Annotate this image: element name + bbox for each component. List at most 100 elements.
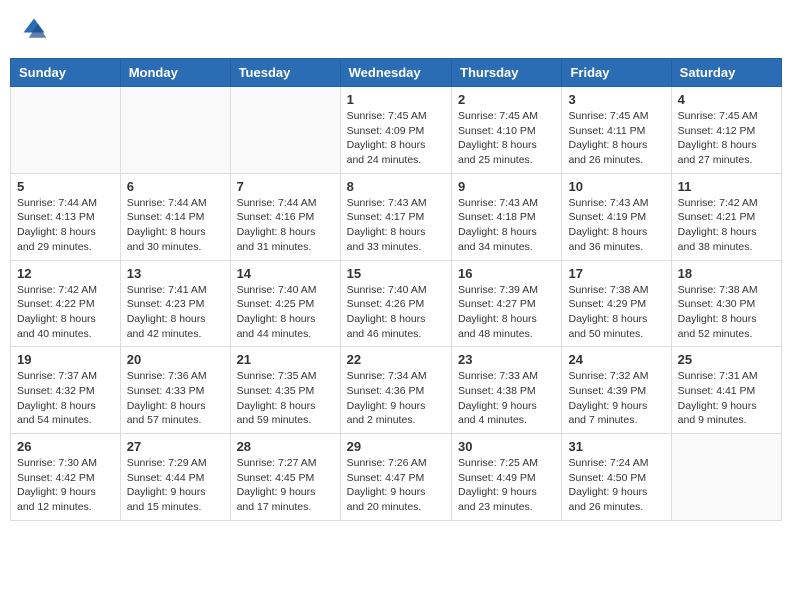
day-number: 22	[347, 352, 445, 367]
day-info: Sunrise: 7:42 AM Sunset: 4:22 PM Dayligh…	[17, 283, 114, 342]
day-number: 19	[17, 352, 114, 367]
calendar-cell: 24 Sunrise: 7:32 AM Sunset: 4:39 PM Dayli…	[562, 347, 671, 434]
day-info: Sunrise: 7:45 AM Sunset: 4:11 PM Dayligh…	[568, 109, 664, 168]
day-number: 12	[17, 266, 114, 281]
day-number: 16	[458, 266, 555, 281]
week-row-2: 5Sunrise: 7:44 AM Sunset: 4:13 PM Daylig…	[11, 173, 782, 260]
day-info: Sunrise: 7:45 AM Sunset: 4:10 PM Dayligh…	[458, 109, 555, 168]
day-number: 7	[237, 179, 334, 194]
page-header	[10, 10, 782, 48]
day-info: Sunrise: 7:33 AM Sunset: 4:38 PM Dayligh…	[458, 369, 555, 428]
day-number: 29	[347, 439, 445, 454]
logo-icon	[20, 15, 48, 43]
day-number: 13	[127, 266, 224, 281]
calendar-cell: 31 Sunrise: 7:24 AM Sunset: 4:50 PM Dayli…	[562, 434, 671, 521]
calendar-cell: 9 Sunrise: 7:43 AM Sunset: 4:18 PM Daylig…	[452, 173, 562, 260]
day-info: Sunrise: 7:29 AM Sunset: 4:44 PM Dayligh…	[127, 456, 224, 515]
day-info: Sunrise: 7:45 AM Sunset: 4:09 PM Dayligh…	[347, 109, 445, 168]
day-info: Sunrise: 7:36 AM Sunset: 4:33 PM Dayligh…	[127, 369, 224, 428]
day-info: Sunrise: 7:44 AM Sunset: 4:16 PM Dayligh…	[237, 196, 334, 255]
day-number: 28	[237, 439, 334, 454]
day-number: 21	[237, 352, 334, 367]
day-number: 15	[347, 266, 445, 281]
calendar-cell: 25Sunrise: 7:31 AM Sunset: 4:41 PM Dayli…	[671, 347, 781, 434]
calendar-cell: 26 Sunrise: 7:30 AM Sunset: 4:42 PM Dayli…	[11, 434, 121, 521]
day-number: 11	[678, 179, 775, 194]
day-header-monday: Monday	[120, 59, 230, 87]
calendar-cell: 19 Sunrise: 7:37 AM Sunset: 4:32 PM Dayli…	[11, 347, 121, 434]
week-row-1: 1 Sunrise: 7:45 AM Sunset: 4:09 PM Daylig…	[11, 87, 782, 174]
day-number: 8	[347, 179, 445, 194]
day-info: Sunrise: 7:43 AM Sunset: 4:19 PM Dayligh…	[568, 196, 664, 255]
calendar-cell	[671, 434, 781, 521]
day-number: 9	[458, 179, 555, 194]
day-number: 5	[17, 179, 114, 194]
calendar-cell: 2Sunrise: 7:45 AM Sunset: 4:10 PM Daylig…	[452, 87, 562, 174]
day-number: 24	[568, 352, 664, 367]
day-info: Sunrise: 7:41 AM Sunset: 4:23 PM Dayligh…	[127, 283, 224, 342]
day-info: Sunrise: 7:24 AM Sunset: 4:50 PM Dayligh…	[568, 456, 664, 515]
day-info: Sunrise: 7:34 AM Sunset: 4:36 PM Dayligh…	[347, 369, 445, 428]
week-row-4: 19 Sunrise: 7:37 AM Sunset: 4:32 PM Dayli…	[11, 347, 782, 434]
calendar-cell: 30Sunrise: 7:25 AM Sunset: 4:49 PM Dayli…	[452, 434, 562, 521]
day-number: 6	[127, 179, 224, 194]
calendar-cell	[120, 87, 230, 174]
day-header-wednesday: Wednesday	[340, 59, 451, 87]
week-row-5: 26 Sunrise: 7:30 AM Sunset: 4:42 PM Dayli…	[11, 434, 782, 521]
day-number: 26	[17, 439, 114, 454]
day-number: 10	[568, 179, 664, 194]
day-info: Sunrise: 7:35 AM Sunset: 4:35 PM Dayligh…	[237, 369, 334, 428]
day-info: Sunrise: 7:43 AM Sunset: 4:18 PM Dayligh…	[458, 196, 555, 255]
day-number: 20	[127, 352, 224, 367]
day-info: Sunrise: 7:42 AM Sunset: 4:21 PM Dayligh…	[678, 196, 775, 255]
calendar-cell: 23 Sunrise: 7:33 AM Sunset: 4:38 PM Dayli…	[452, 347, 562, 434]
day-info: Sunrise: 7:37 AM Sunset: 4:32 PM Dayligh…	[17, 369, 114, 428]
calendar-cell: 16 Sunrise: 7:39 AM Sunset: 4:27 PM Dayli…	[452, 260, 562, 347]
calendar-cell: 28 Sunrise: 7:27 AM Sunset: 4:45 PM Dayli…	[230, 434, 340, 521]
day-number: 25	[678, 352, 775, 367]
day-header-tuesday: Tuesday	[230, 59, 340, 87]
day-info: Sunrise: 7:44 AM Sunset: 4:14 PM Dayligh…	[127, 196, 224, 255]
logo	[20, 15, 52, 43]
calendar-cell: 29 Sunrise: 7:26 AM Sunset: 4:47 PM Dayli…	[340, 434, 451, 521]
day-number: 3	[568, 92, 664, 107]
day-header-saturday: Saturday	[671, 59, 781, 87]
calendar-cell: 3 Sunrise: 7:45 AM Sunset: 4:11 PM Daylig…	[562, 87, 671, 174]
day-number: 4	[678, 92, 775, 107]
day-number: 1	[347, 92, 445, 107]
day-number: 27	[127, 439, 224, 454]
calendar-cell: 14 Sunrise: 7:40 AM Sunset: 4:25 PM Dayli…	[230, 260, 340, 347]
calendar-table: SundayMondayTuesdayWednesdayThursdayFrid…	[10, 58, 782, 521]
calendar-cell	[11, 87, 121, 174]
days-header-row: SundayMondayTuesdayWednesdayThursdayFrid…	[11, 59, 782, 87]
day-info: Sunrise: 7:38 AM Sunset: 4:30 PM Dayligh…	[678, 283, 775, 342]
day-number: 31	[568, 439, 664, 454]
day-info: Sunrise: 7:30 AM Sunset: 4:42 PM Dayligh…	[17, 456, 114, 515]
calendar-cell: 11 Sunrise: 7:42 AM Sunset: 4:21 PM Dayli…	[671, 173, 781, 260]
day-info: Sunrise: 7:26 AM Sunset: 4:47 PM Dayligh…	[347, 456, 445, 515]
day-number: 23	[458, 352, 555, 367]
day-info: Sunrise: 7:27 AM Sunset: 4:45 PM Dayligh…	[237, 456, 334, 515]
calendar-cell: 12 Sunrise: 7:42 AM Sunset: 4:22 PM Dayli…	[11, 260, 121, 347]
week-row-3: 12 Sunrise: 7:42 AM Sunset: 4:22 PM Dayli…	[11, 260, 782, 347]
calendar-cell: 20 Sunrise: 7:36 AM Sunset: 4:33 PM Dayli…	[120, 347, 230, 434]
calendar-cell: 4 Sunrise: 7:45 AM Sunset: 4:12 PM Daylig…	[671, 87, 781, 174]
calendar-cell: 5Sunrise: 7:44 AM Sunset: 4:13 PM Daylig…	[11, 173, 121, 260]
calendar-cell: 6 Sunrise: 7:44 AM Sunset: 4:14 PM Daylig…	[120, 173, 230, 260]
calendar-cell: 27 Sunrise: 7:29 AM Sunset: 4:44 PM Dayli…	[120, 434, 230, 521]
day-info: Sunrise: 7:40 AM Sunset: 4:26 PM Dayligh…	[347, 283, 445, 342]
day-number: 17	[568, 266, 664, 281]
calendar-cell: 1 Sunrise: 7:45 AM Sunset: 4:09 PM Daylig…	[340, 87, 451, 174]
calendar-cell: 22 Sunrise: 7:34 AM Sunset: 4:36 PM Dayli…	[340, 347, 451, 434]
calendar-cell: 8 Sunrise: 7:43 AM Sunset: 4:17 PM Daylig…	[340, 173, 451, 260]
day-number: 14	[237, 266, 334, 281]
day-info: Sunrise: 7:39 AM Sunset: 4:27 PM Dayligh…	[458, 283, 555, 342]
day-info: Sunrise: 7:43 AM Sunset: 4:17 PM Dayligh…	[347, 196, 445, 255]
day-header-friday: Friday	[562, 59, 671, 87]
day-info: Sunrise: 7:40 AM Sunset: 4:25 PM Dayligh…	[237, 283, 334, 342]
calendar-cell: 10 Sunrise: 7:43 AM Sunset: 4:19 PM Dayli…	[562, 173, 671, 260]
day-header-sunday: Sunday	[11, 59, 121, 87]
day-info: Sunrise: 7:32 AM Sunset: 4:39 PM Dayligh…	[568, 369, 664, 428]
day-number: 18	[678, 266, 775, 281]
day-info: Sunrise: 7:45 AM Sunset: 4:12 PM Dayligh…	[678, 109, 775, 168]
